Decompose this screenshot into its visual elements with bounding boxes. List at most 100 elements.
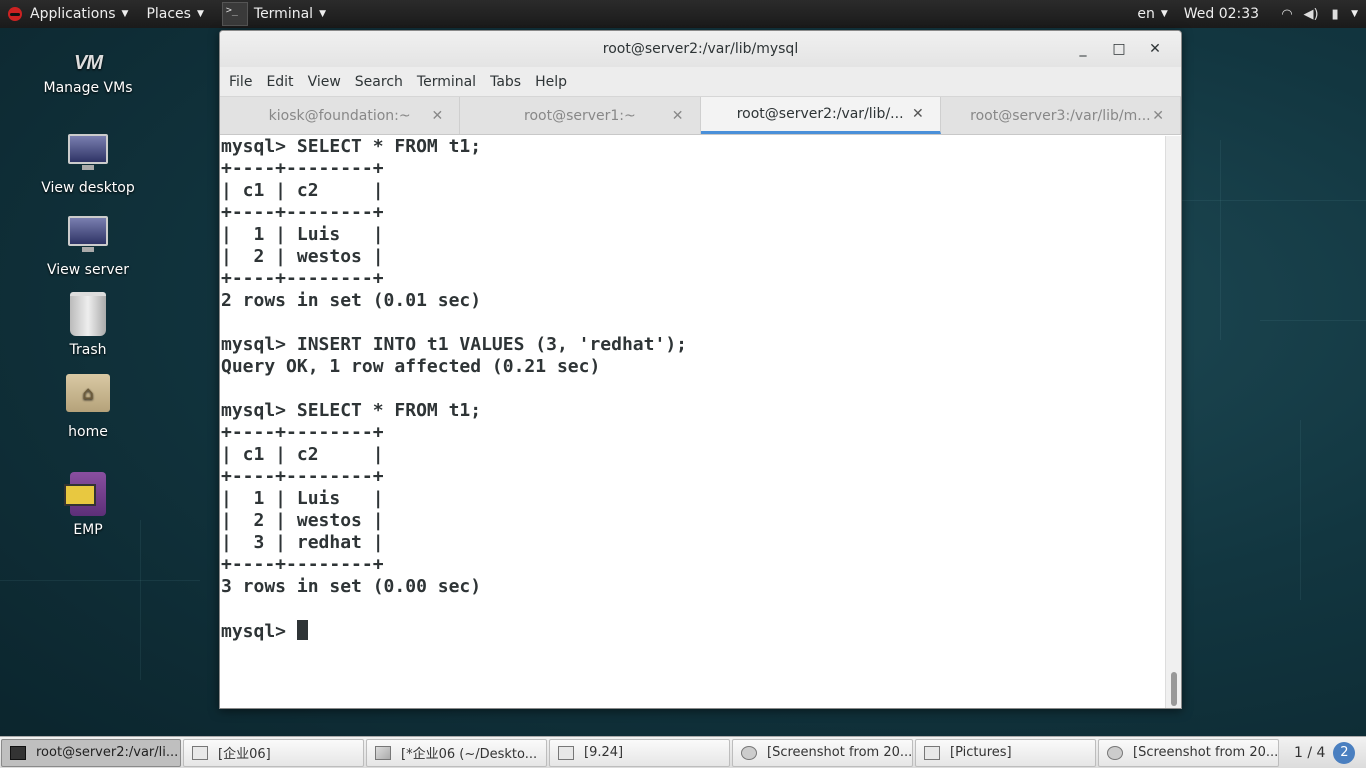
task-screenshot-1[interactable]: [Screenshot from 20... <box>732 738 913 767</box>
minimize-icon: _ <box>1079 41 1087 57</box>
applications-menu[interactable]: Applications ▼ <box>0 0 138 28</box>
terminal-line: +----+--------+ <box>221 466 384 487</box>
tab-label: kiosk@foundation:~ <box>268 107 411 124</box>
taskbar: root@server2:/var/li... [企业06] [*企业06 (~… <box>0 736 1366 768</box>
terminal-prompt: mysql> <box>221 621 297 642</box>
background-line <box>1300 420 1301 600</box>
menu-edit[interactable]: Edit <box>259 74 300 90</box>
task-label: [9.24] <box>584 745 624 760</box>
task-enterprise06[interactable]: [企业06] <box>183 738 364 767</box>
terminal-line: mysql> SELECT * FROM t1; <box>221 136 482 157</box>
maximize-button[interactable]: □ <box>1101 35 1137 63</box>
task-pictures[interactable]: [Pictures] <box>915 738 1096 767</box>
background-line <box>1220 140 1221 340</box>
menu-search[interactable]: Search <box>348 74 410 90</box>
tab-root-server2[interactable]: root@server2:/var/lib/... ✕ <box>700 97 941 134</box>
terminal-line: | c1 | c2 | <box>221 444 384 465</box>
top-panel: Applications ▼ Places ▼ >_ Terminal ▼ en… <box>0 0 1366 28</box>
wifi-icon: ◠ <box>1281 6 1293 22</box>
tab-kiosk-foundation[interactable]: kiosk@foundation:~ ✕ <box>220 97 461 134</box>
clock[interactable]: Wed 02:33 <box>1176 6 1267 22</box>
screenshot-icon <box>741 745 757 760</box>
terminal-app-menu[interactable]: >_ Terminal ▼ <box>214 0 336 28</box>
desktop-icon-manage-vms[interactable]: VM Manage VMs <box>28 52 148 96</box>
terminal-output[interactable]: mysql> SELECT * FROM t1; +----+--------+ |… <box>220 136 1167 708</box>
caret-down-icon: ▼ <box>1351 9 1358 19</box>
close-window-button[interactable]: ✕ <box>1137 35 1173 63</box>
task-9-24[interactable]: [9.24] <box>549 738 730 767</box>
terminal-prompt-line: mysql> <box>221 620 1167 643</box>
terminal-window: root@server2:/var/lib/mysql _ □ ✕ File E… <box>219 30 1182 709</box>
task-editor-enterprise06[interactable]: [*企业06 (~/Deskto... <box>366 738 547 767</box>
maximize-icon: □ <box>1112 41 1126 57</box>
battery-icon: ▮ <box>1331 6 1339 22</box>
close-icon: ✕ <box>1149 41 1161 57</box>
task-screenshot-2[interactable]: [Screenshot from 20... <box>1098 738 1279 767</box>
caret-down-icon: ▼ <box>196 9 204 19</box>
terminal-line: 2 rows in set (0.01 sec) <box>221 290 482 311</box>
desktop-icon-label: Trash <box>69 342 107 358</box>
desktop-icon-trash[interactable]: Trash <box>28 292 148 358</box>
menu-view[interactable]: View <box>301 74 348 90</box>
task-label: [企业06] <box>218 747 271 762</box>
window-icon <box>192 745 208 760</box>
language-menu[interactable]: en ▼ <box>1129 6 1175 22</box>
places-menu[interactable]: Places ▼ <box>138 0 213 28</box>
background-line <box>140 520 141 680</box>
menu-help[interactable]: Help <box>528 74 574 90</box>
terminal-app-label: Terminal <box>253 6 314 22</box>
desktop-icon-view-server[interactable]: View server <box>28 216 148 278</box>
terminal-line: | 2 | westos | <box>221 246 384 267</box>
tab-root-server3[interactable]: root@server3:/var/lib/m... ✕ <box>941 97 1181 134</box>
vm-logo-icon: VM <box>74 52 103 74</box>
desktop-icon-home[interactable]: ⌂ home <box>28 374 148 440</box>
terminal-line: +----+--------+ <box>221 268 384 289</box>
terminal-line: mysql> INSERT INTO t1 VALUES (3, 'redhat… <box>221 334 687 355</box>
menu-file[interactable]: File <box>222 74 259 90</box>
background-line <box>0 580 200 581</box>
background-line <box>1260 320 1366 321</box>
terminal-text: mysql> SELECT * FROM t1; +----+--------+ |… <box>220 136 1167 643</box>
window-titlebar[interactable]: root@server2:/var/lib/mysql _ □ ✕ <box>220 31 1181 67</box>
terminal-line: +----+--------+ <box>221 158 384 179</box>
desktop-icon-label: View desktop <box>41 180 135 196</box>
desktop-icon-label: View server <box>47 262 129 278</box>
terminal-line: 3 rows in set (0.00 sec) <box>221 576 482 597</box>
applications-label: Applications <box>30 6 116 22</box>
terminal-line: mysql> SELECT * FROM t1; <box>221 400 482 421</box>
caret-down-icon: ▼ <box>319 9 326 19</box>
caret-down-icon: ▼ <box>1160 9 1168 19</box>
window-icon <box>558 745 574 760</box>
desktop-icon-view-desktop[interactable]: View desktop <box>28 134 148 196</box>
menu-tabs[interactable]: Tabs <box>483 74 528 90</box>
trash-icon <box>70 292 106 336</box>
notification-badge[interactable]: 2 <box>1333 741 1356 764</box>
desktop-icon-emp[interactable]: EMP <box>28 472 148 538</box>
task-label: [Screenshot from 20... <box>767 745 913 760</box>
terminal-line: +----+--------+ <box>221 202 384 223</box>
desktop-icon-label: home <box>68 424 108 440</box>
workspace-indicator[interactable]: 1 / 4 <box>1286 745 1333 761</box>
task-label: [Pictures] <box>950 745 1012 760</box>
close-icon[interactable]: ✕ <box>912 106 924 122</box>
desktop-icon-label: Manage VMs <box>43 80 133 96</box>
emp-app-icon <box>64 472 106 516</box>
task-label: [Screenshot from 20... <box>1133 745 1279 760</box>
terminal-scrollbar[interactable] <box>1165 136 1181 708</box>
terminal-icon <box>10 745 26 760</box>
close-icon[interactable]: ✕ <box>432 108 444 124</box>
system-menu[interactable]: ◠ ◀) ▮ ▼ <box>1267 6 1366 22</box>
tab-root-server1[interactable]: root@server1:~ ✕ <box>460 97 701 134</box>
close-icon[interactable]: ✕ <box>1152 108 1164 124</box>
text-editor-icon <box>375 745 391 760</box>
minimize-button[interactable]: _ <box>1065 35 1101 63</box>
scrollbar-thumb[interactable] <box>1171 672 1177 706</box>
task-terminal-server2[interactable]: root@server2:/var/li... <box>1 738 181 767</box>
terminal-line: +----+--------+ <box>221 422 384 443</box>
close-icon[interactable]: ✕ <box>672 108 684 124</box>
task-label: [*企业06 (~/Deskto... <box>401 747 538 762</box>
menu-terminal[interactable]: Terminal <box>410 74 483 90</box>
terminal-line: | c1 | c2 | <box>221 180 384 201</box>
